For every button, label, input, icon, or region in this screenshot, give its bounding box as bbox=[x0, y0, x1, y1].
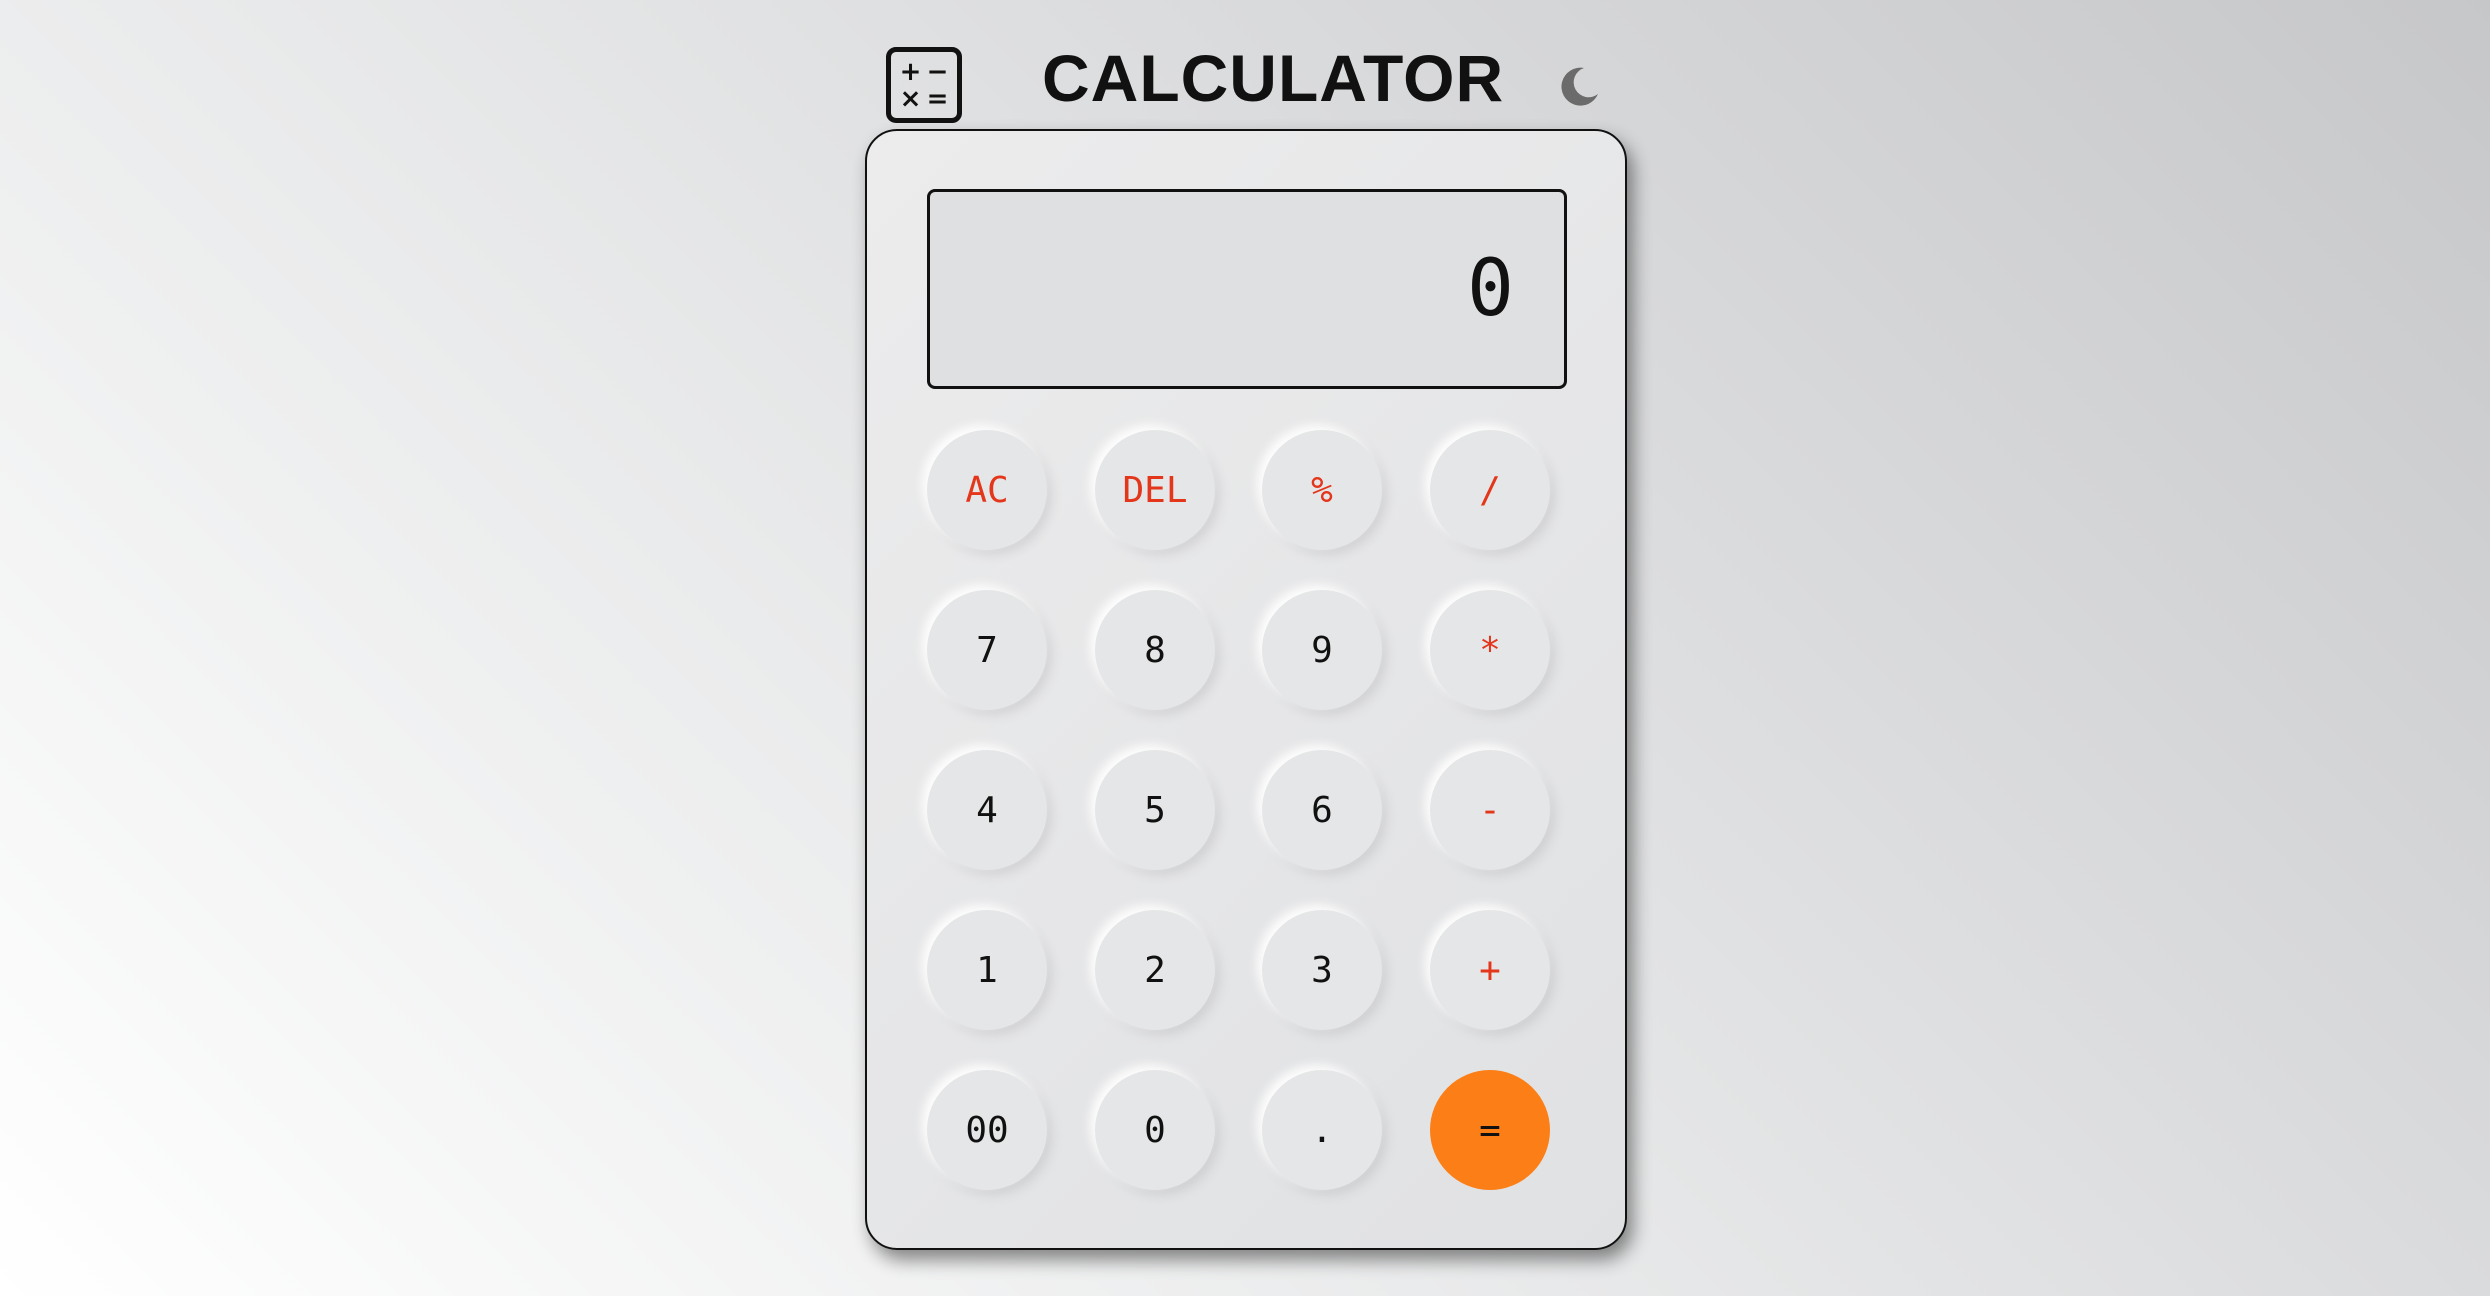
page-title: CALCULATOR bbox=[1042, 41, 1505, 115]
percent-button[interactable]: % bbox=[1262, 430, 1382, 550]
equals-symbol: = bbox=[926, 83, 949, 114]
digit-00-button[interactable]: 00 bbox=[927, 1070, 1047, 1190]
moon-icon bbox=[1561, 67, 1598, 106]
equals-button[interactable]: = bbox=[1430, 1070, 1550, 1190]
digit-8-button[interactable]: 8 bbox=[1095, 590, 1215, 710]
digit-7-button[interactable]: 7 bbox=[927, 590, 1047, 710]
display-value: 0 bbox=[1467, 244, 1514, 334]
theme-toggle-button[interactable] bbox=[1558, 64, 1602, 108]
digit-6-button[interactable]: 6 bbox=[1262, 750, 1382, 870]
multiply-button[interactable]: * bbox=[1430, 590, 1550, 710]
digit-5-button[interactable]: 5 bbox=[1095, 750, 1215, 870]
digit-2-button[interactable]: 2 bbox=[1095, 910, 1215, 1030]
divide-button[interactable]: / bbox=[1430, 430, 1550, 550]
subtract-button[interactable]: - bbox=[1430, 750, 1550, 870]
calculator-logo-icon: + − × = bbox=[886, 47, 962, 123]
times-symbol: × bbox=[899, 83, 922, 114]
delete-button[interactable]: DEL bbox=[1095, 430, 1215, 550]
display-screen: 0 bbox=[927, 189, 1567, 389]
digit-9-button[interactable]: 9 bbox=[1262, 590, 1382, 710]
add-button[interactable]: + bbox=[1430, 910, 1550, 1030]
clear-button[interactable]: AC bbox=[927, 430, 1047, 550]
decimal-button[interactable]: . bbox=[1262, 1070, 1382, 1190]
digit-3-button[interactable]: 3 bbox=[1262, 910, 1382, 1030]
minus-symbol: − bbox=[926, 56, 949, 87]
plus-symbol: + bbox=[899, 56, 922, 87]
digit-4-button[interactable]: 4 bbox=[927, 750, 1047, 870]
calculator-body: 0 AC DEL%/7 8 9 * 4 5 6-1 2 3 +00 0. = bbox=[865, 129, 1627, 1250]
digit-0-button[interactable]: 0 bbox=[1095, 1070, 1215, 1190]
digit-1-button[interactable]: 1 bbox=[927, 910, 1047, 1030]
